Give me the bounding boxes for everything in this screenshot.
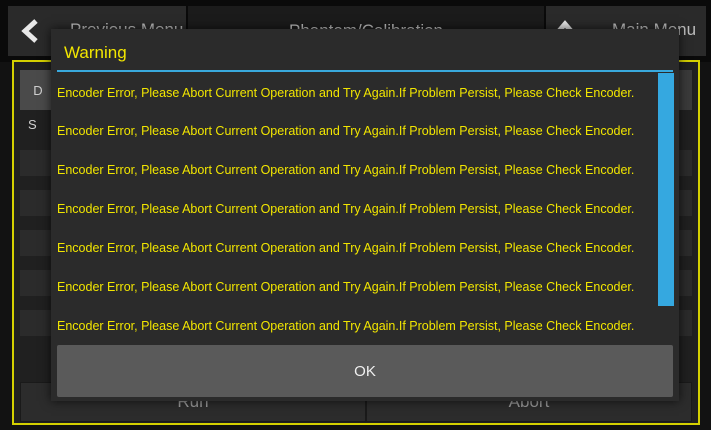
message-list[interactable]: Encoder Error, Please Abort Current Oper… xyxy=(51,73,679,346)
message-item: Encoder Error, Please Abort Current Oper… xyxy=(57,241,635,255)
message-item: Encoder Error, Please Abort Current Oper… xyxy=(57,86,635,100)
ok-button[interactable]: OK xyxy=(57,345,673,397)
side-label: S xyxy=(28,117,37,132)
title-divider xyxy=(57,70,673,72)
message-item: Encoder Error, Please Abort Current Oper… xyxy=(57,124,635,138)
chevron-left-icon xyxy=(21,19,38,43)
message-item: Encoder Error, Please Abort Current Oper… xyxy=(57,163,635,177)
scrollbar-thumb[interactable] xyxy=(658,73,674,306)
dialog-title: Warning xyxy=(64,43,127,62)
warning-dialog: Warning Encoder Error, Please Abort Curr… xyxy=(51,29,679,401)
message-item: Encoder Error, Please Abort Current Oper… xyxy=(57,319,635,333)
message-item: Encoder Error, Please Abort Current Oper… xyxy=(57,280,635,294)
message-item: Encoder Error, Please Abort Current Oper… xyxy=(57,202,635,216)
